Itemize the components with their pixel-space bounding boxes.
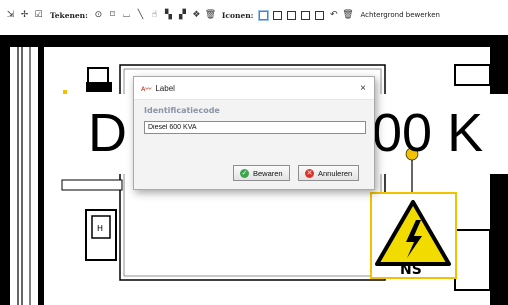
icon-size-5-icon[interactable] xyxy=(314,10,325,21)
polygon-tool-icon[interactable]: ⌴ xyxy=(121,10,132,21)
cancel-button-label: Annuleren xyxy=(318,168,353,178)
label-text-right: 00 K xyxy=(372,103,484,163)
check-icon: ✓ xyxy=(240,168,249,178)
trash-icon[interactable]: 🗑 xyxy=(205,10,216,21)
dialog-titlebar[interactable]: A〰 Label × xyxy=(134,77,374,100)
background-edit-button[interactable]: Achtergrond bewerken xyxy=(360,11,440,19)
undo-icon[interactable]: ↶ xyxy=(328,10,339,21)
cancel-icon: ✕ xyxy=(305,168,314,178)
dialog-title: Label xyxy=(155,83,175,93)
pin-icon[interactable]: ✢ xyxy=(19,10,30,21)
icon-size-3-icon[interactable] xyxy=(286,10,297,21)
style-icon[interactable]: ❖ xyxy=(191,10,202,21)
cancel-button[interactable]: ✕ Annuleren xyxy=(298,165,360,181)
label-dialog: A〰 Label × Identificatiecode ✓ Bewaren ✕… xyxy=(133,76,375,190)
ns-label: NS xyxy=(400,262,422,278)
tekenen-label: Tekenen: xyxy=(50,10,88,20)
bring-front-icon[interactable]: ▚ xyxy=(163,10,174,21)
close-icon[interactable]: × xyxy=(360,83,366,94)
line-tool-icon[interactable]: ╲ xyxy=(135,10,146,21)
send-back-icon[interactable]: ▞ xyxy=(177,10,188,21)
hand-tool-icon[interactable]: ☝ xyxy=(149,10,160,21)
icon-size-2-icon[interactable] xyxy=(272,10,283,21)
label-text-left: D xyxy=(88,103,127,163)
icon-size-1-icon[interactable] xyxy=(258,9,270,21)
toolbar: ⇲ ✢ ☑ Tekenen: ⊙ ⌑ ⌴ ╲ ☝ ▚ ▞ ❖ 🗑 Iconen:… xyxy=(0,0,508,30)
save-button-label: Bewaren xyxy=(253,168,283,178)
icon-trash-icon[interactable]: 🗑 xyxy=(342,10,353,21)
checkbox-icon[interactable]: ☑ xyxy=(33,10,44,21)
identificatiecode-label: Identificatiecode xyxy=(144,106,220,115)
app-logo-icon: A〰 xyxy=(141,86,152,93)
icon-size-4-icon[interactable] xyxy=(300,10,311,21)
save-button[interactable]: ✓ Bewaren xyxy=(233,165,290,181)
iconen-label: Iconen: xyxy=(221,10,254,20)
circle-tool-icon[interactable]: ⊙ xyxy=(93,10,104,21)
rectangle-tool-icon[interactable]: ⌑ xyxy=(107,10,118,21)
move-icon[interactable]: ⇲ xyxy=(5,10,16,21)
identificatiecode-input[interactable] xyxy=(144,121,366,134)
svg-text:H: H xyxy=(97,224,103,233)
